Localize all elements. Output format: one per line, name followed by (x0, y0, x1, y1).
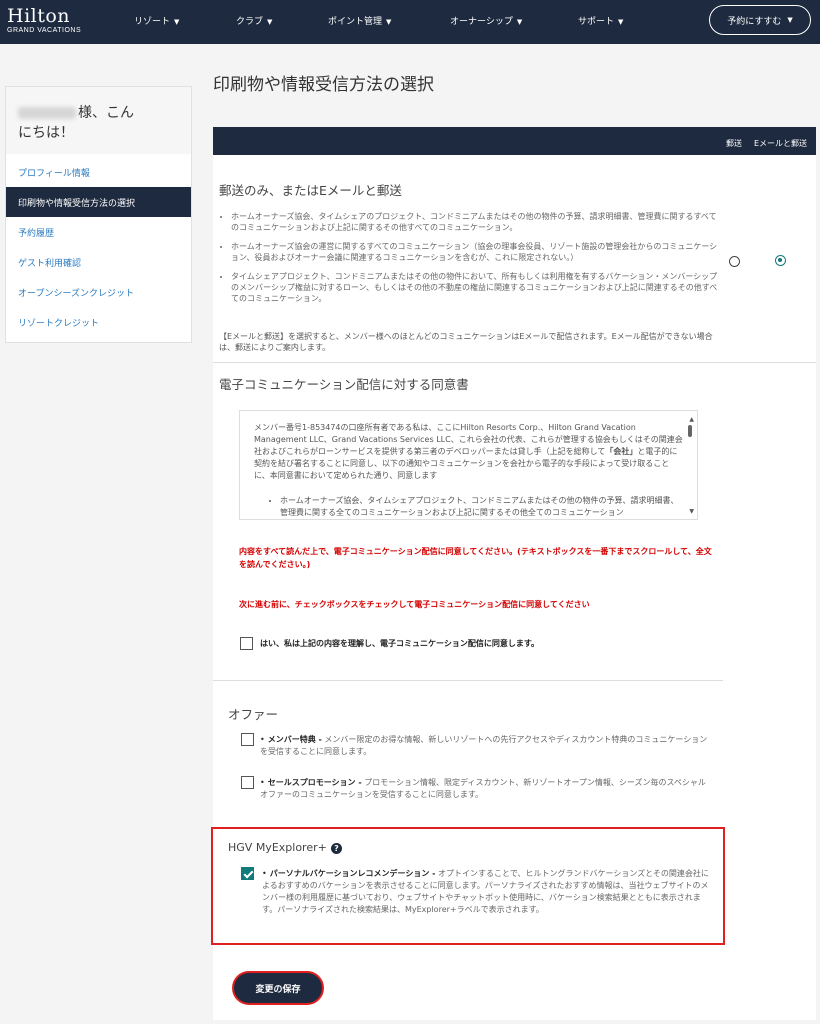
column-mail: 郵送 (726, 139, 742, 148)
consent-list-item: ホームオーナーズ協会、タイムシェアプロジェクト、コンドミニアムまたはその他の物件… (280, 495, 683, 519)
redacted-name (18, 107, 76, 119)
logo-subtext: GRAND VACATIONS (7, 27, 82, 34)
page-title: 印刷物や情報受信方法の選択 (213, 75, 434, 95)
sales-promotion-checkbox[interactable] (241, 776, 254, 789)
section-divider (213, 362, 816, 363)
sidebar-item-reservations[interactable]: 予約履歴 (6, 217, 191, 247)
delivery-bullets: ホームオーナーズ協会、タイムシェアのプロジェクト、コンドミニアムまたはその他の物… (231, 211, 721, 312)
sidebar-item-open-season-credit[interactable]: オープンシーズンクレジット (6, 277, 191, 307)
column-email-mail: Eメールと郵送 (754, 139, 808, 148)
caret-down-icon: ▼ (174, 18, 180, 26)
hgv-section-title: HGV MyExplorer+ (228, 841, 327, 854)
sales-promotion-title: セールスプロモーション - (267, 778, 362, 787)
greeting: 様、こん にちは！ (6, 87, 191, 154)
sales-promotion-label: • セールスプロモーション - プロモーション情報、限定ディスカウント、新リゾート… (260, 777, 712, 801)
delivery-bullet: ホームオーナーズ協会の運営に関するすべてのコミュニケーション（協会の理事会役員、… (231, 241, 721, 263)
offers-section-title: オファー (228, 707, 279, 722)
delivery-section-title: 郵送のみ、またはEメールと郵送 (219, 183, 402, 198)
consent-agree-text: はい、私は上記の内容を理解し、電子コミュニケーション配信に同意します。 (260, 639, 540, 648)
caret-down-icon: ▼ (787, 16, 793, 24)
nav-ownership[interactable]: オーナーシップ ▼ (450, 14, 522, 27)
nav-support[interactable]: サポート ▼ (578, 14, 623, 27)
sidebar-item-profile[interactable]: プロフィール情報 (6, 157, 191, 187)
scroll-up-arrow-icon[interactable]: ▲ (689, 416, 694, 423)
member-benefits-title: メンバー特典 - (267, 735, 322, 744)
top-nav: Hilton GRAND VACATIONS リゾート ▼ クラブ ▼ ポイント管理… (0, 0, 820, 44)
nav-resorts[interactable]: リゾート ▼ (134, 14, 179, 27)
caret-down-icon: ▼ (618, 18, 624, 26)
caret-down-icon: ▼ (516, 18, 523, 26)
logo-text: Hilton (7, 5, 71, 27)
help-icon[interactable]: ? (331, 843, 342, 854)
consent-text-bold: 「会社」 (605, 447, 638, 456)
greeting-text: 様、こん (78, 105, 134, 121)
hgv-myexplorer-section: HGV MyExplorer+ ? • パーソナルバケーションレコメンデーション … (211, 827, 725, 945)
preference-column-header: 郵送 Eメールと郵送 (213, 127, 816, 155)
member-benefits-description: メンバー限定のお得な情報、新しいリゾートへの先行アクセスやディスカウント特典のコ… (260, 735, 708, 756)
nav-club-label: クラブ (236, 17, 264, 27)
main-panel: 郵送 Eメールと郵送 郵送のみ、またはEメールと郵送 ホームオーナーズ協会、タイ… (211, 127, 816, 1020)
nav-points-label: ポイント管理 (328, 17, 383, 27)
greeting-text-line2: にちは！ (18, 125, 74, 141)
consent-agree-checkbox[interactable] (240, 637, 253, 650)
sidebar-item-delivery-preferences[interactable]: 印刷物や情報受信方法の選択 (6, 187, 191, 217)
caret-down-icon: ▼ (386, 18, 392, 26)
delivery-bullet: ホームオーナーズ協会、タイムシェアのプロジェクト、コンドミニアムまたはその他の物… (231, 211, 721, 233)
consent-agree-label: はい、私は上記の内容を理解し、電子コミュニケーション配信に同意します。 (260, 638, 710, 650)
consent-check-warning: 次に進む前に、チェックボックスをチェックして電子コミュニケーション配信に同意して… (239, 600, 590, 609)
bullet-dot: • (260, 778, 265, 787)
personal-recommendation-title: パーソナルバケーションレコメンデーション - (269, 869, 436, 878)
personal-recommendation-checkbox[interactable] (241, 867, 254, 880)
section-divider (213, 680, 723, 681)
reserve-label: 予約にすすむ (727, 16, 782, 27)
scroll-down-arrow-icon[interactable]: ▼ (689, 508, 694, 515)
hilton-logo[interactable]: Hilton GRAND VACATIONS (7, 5, 97, 35)
scrollbar-thumb[interactable] (688, 425, 692, 437)
member-benefits-checkbox[interactable] (241, 733, 254, 746)
sidebar-item-guest-confirmation[interactable]: ゲスト利用確認 (6, 247, 191, 277)
consent-read-warning: 内容をすべて読んだ上で、電子コミュニケーション配信に同意してください。(テキスト… (239, 547, 712, 569)
personal-recommendation-label: • パーソナルバケーションレコメンデーション - オプトインすることで、ヒルトング… (262, 868, 712, 916)
consent-section-title: 電子コミュニケーション配信に対する同意書 (219, 377, 469, 392)
bullet-dot: • (262, 869, 267, 878)
nav-support-label: サポート (578, 17, 615, 27)
nav-resorts-label: リゾート (134, 17, 171, 27)
consent-content: メンバー番号1-853474の口座所有者である私は、ここにHilton Reso… (240, 411, 697, 519)
member-benefits-label: • メンバー特典 - メンバー限定のお得な情報、新しいリゾートへの先行アクセスやデ… (260, 734, 712, 758)
account-sidebar: 様、こん にちは！ プロフィール情報 印刷物や情報受信方法の選択 予約履歴 ゲス… (5, 86, 192, 343)
email-and-mail-radio[interactable] (775, 255, 786, 266)
reserve-button[interactable]: 予約にすすむ ▼ (709, 5, 811, 35)
caret-down-icon: ▼ (267, 18, 273, 26)
bullet-dot: • (260, 735, 265, 744)
nav-points[interactable]: ポイント管理 ▼ (328, 14, 391, 27)
mail-only-radio[interactable] (729, 256, 740, 267)
consent-textbox[interactable]: メンバー番号1-853474の口座所有者である私は、ここにHilton Reso… (239, 410, 698, 520)
nav-ownership-label: オーナーシップ (450, 17, 513, 27)
save-changes-button[interactable]: 変更の保存 (232, 971, 324, 1005)
delivery-note: 【Eメールと郵送】を選択すると、メンバー様へのほとんどのコミュニケーションはEメ… (219, 332, 713, 352)
sidebar-item-resort-credit[interactable]: リゾートクレジット (6, 307, 191, 337)
delivery-bullet: タイムシェアプロジェクト、コンドミニアムまたはその他の物件において、所有もしくは… (231, 271, 721, 304)
nav-club[interactable]: クラブ ▼ (236, 14, 272, 27)
